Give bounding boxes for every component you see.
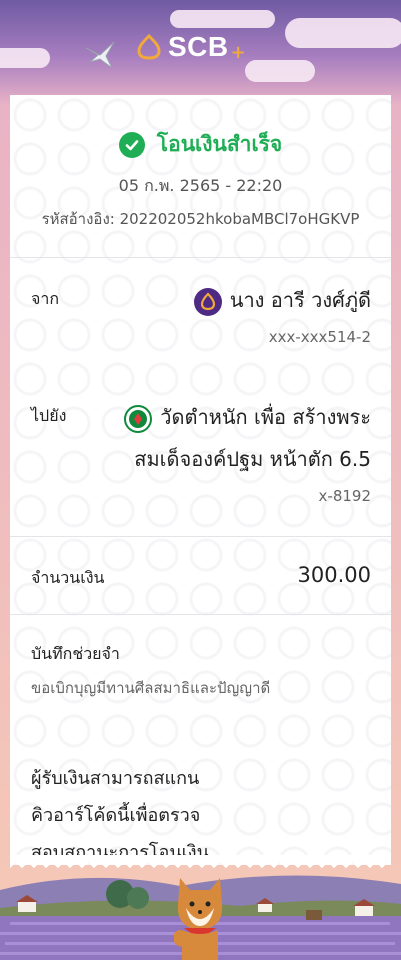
sender-name: นาง อารี วงศ์ภู่ดี bbox=[229, 288, 371, 312]
scb-bank-icon bbox=[193, 287, 222, 316]
scan-note-line1: ผู้รับเงินสามารถสแกน bbox=[31, 768, 200, 789]
transfer-datetime: 05 ก.พ. 2565 - 22:20 bbox=[118, 176, 283, 195]
to-account-block: วัดตำหนัก เพื่อ สร้างพระ สมเด็จองค์ปฐม ห… bbox=[124, 401, 371, 505]
sender-account: xxx-xxx514-2 bbox=[268, 328, 371, 346]
receiver-name-line1: วัดตำหนัก เพื่อ สร้างพระ bbox=[160, 405, 371, 429]
status-title: โอนเงินสำเร็จ bbox=[156, 132, 283, 156]
receiver-name-row: วัดตำหนัก เพื่อ สร้างพระ bbox=[124, 401, 371, 433]
divider bbox=[10, 536, 391, 537]
lavender-field-illustration bbox=[0, 860, 401, 960]
divider bbox=[10, 257, 391, 258]
receiver-name-line2: สมเด็จองค์ปฐม หน้าตัก 6.5 bbox=[134, 447, 371, 471]
sender-name-row: นาง อารี วงศ์ภู่ดี bbox=[193, 284, 371, 316]
divider bbox=[10, 614, 391, 615]
receiver-account: x-8192 bbox=[318, 487, 371, 505]
from-label: จาก bbox=[31, 289, 60, 308]
to-label: ไปยัง bbox=[31, 406, 67, 425]
amount-value: 300.00 bbox=[297, 563, 371, 587]
brand-plus: + bbox=[230, 42, 246, 63]
scb-logo: SCB + bbox=[136, 30, 246, 63]
memo-text: ขอเบิกบุญมีทานศีลสมาธิและปัญญาดี bbox=[31, 679, 271, 697]
memo-label: บันทึกช่วยจำ bbox=[31, 644, 120, 663]
bird-icon bbox=[85, 41, 115, 69]
status-row: โอนเงินสำเร็จ bbox=[0, 128, 401, 161]
reference-number: รหัสอ้างอิง: 202202052hkobaMBCl7oHGKVP bbox=[41, 210, 360, 228]
header-banner: SCB + bbox=[0, 0, 401, 95]
brand-name: SCB bbox=[168, 30, 229, 62]
ktb-bank-icon bbox=[124, 404, 153, 433]
check-circle-icon bbox=[118, 131, 145, 158]
shiba-dog-mascot-icon bbox=[174, 878, 223, 960]
from-account-block: นาง อารี วงศ์ภู่ดี xxx-xxx514-2 bbox=[193, 284, 371, 346]
amount-label: จำนวนเงิน bbox=[31, 568, 105, 587]
scan-note-line2: คิวอาร์โค้ดนี้เพื่อตรวจ bbox=[31, 805, 201, 826]
scb-logo-icon bbox=[137, 33, 161, 60]
